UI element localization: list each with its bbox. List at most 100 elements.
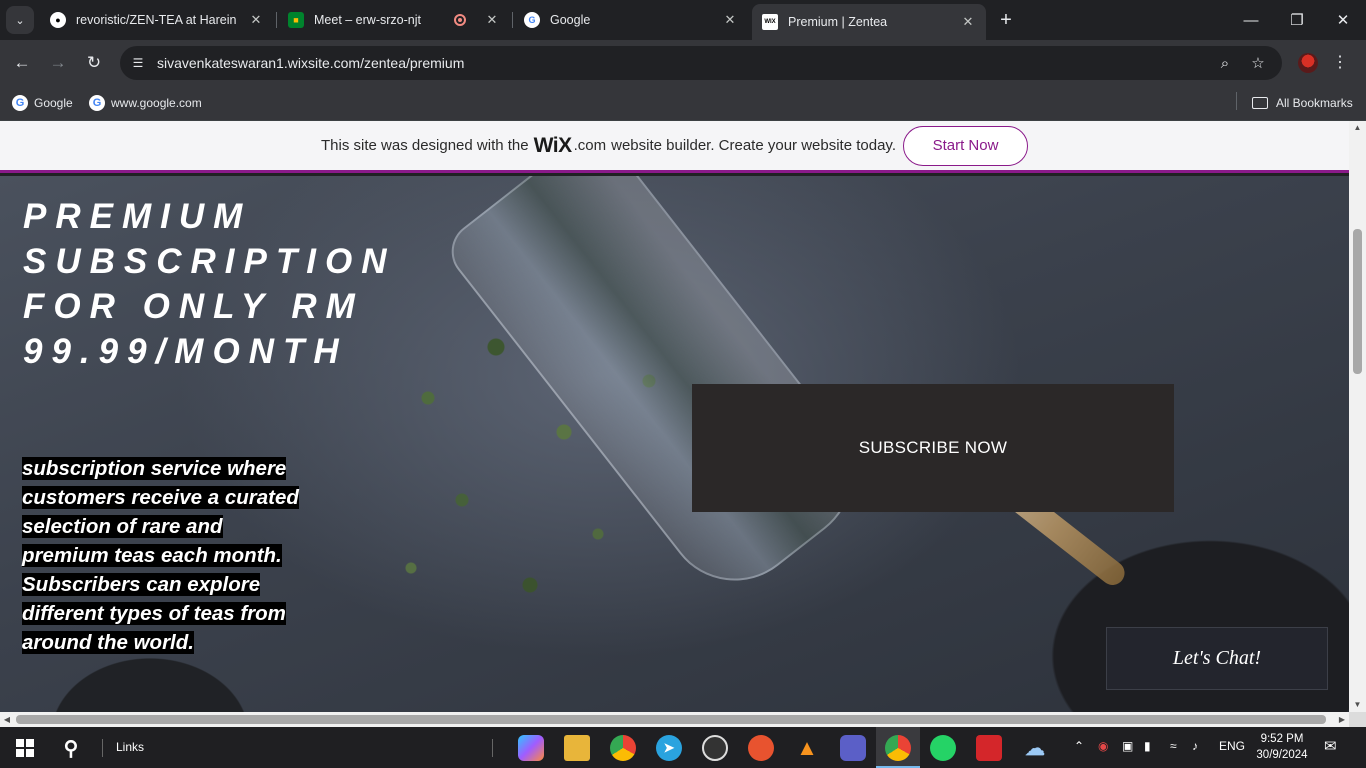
tab-strip: ⌄ ● revoristic/ZEN-TEA at Harein ✕ ■ Mee… [0, 0, 1366, 40]
description-line: different types of teas from [22, 602, 286, 625]
hero-section: PREMIUM SUBSCRIPTION FOR ONLY RM 99.99/M… [0, 176, 1349, 712]
description-line: customers receive a curated [22, 486, 299, 509]
chrome-profile-icon[interactable] [885, 735, 911, 761]
obs-icon[interactable] [702, 735, 728, 761]
tab-github[interactable]: ● revoristic/ZEN-TEA at Harein ✕ [40, 4, 274, 36]
telegram-icon[interactable]: ➤ [656, 735, 682, 761]
clock[interactable]: 9:52 PM 30/9/2024 [1252, 731, 1312, 763]
meet-icon: ■ [288, 12, 304, 28]
tab-title: Premium | Zentea [788, 15, 888, 29]
banner-text-before: This site was designed with the [321, 137, 529, 154]
taskbar-separator [102, 739, 103, 757]
clock-time: 9:52 PM [1260, 733, 1304, 745]
scrollbar-thumb[interactable] [1353, 229, 1362, 374]
back-button[interactable]: ← [8, 49, 36, 77]
camera-icon[interactable]: ▣ [1122, 739, 1133, 753]
notification-icon[interactable]: ✉ [1324, 737, 1337, 755]
tab-title: Google [550, 13, 591, 27]
links-toolbar-label[interactable]: Links [116, 740, 144, 754]
close-icon[interactable]: ✕ [484, 12, 500, 28]
reload-icon: ↻ [86, 53, 102, 72]
weather-icon[interactable]: ☁ [1022, 735, 1048, 761]
close-icon[interactable]: ✕ [248, 12, 264, 28]
copilot-icon[interactable] [518, 735, 544, 761]
site-info-icon[interactable]: ☰ [126, 51, 150, 75]
banner-text-after: website builder. Create your website tod… [611, 137, 896, 154]
page-viewport: This site was designed with the WiX .com… [0, 121, 1349, 712]
vlc-icon[interactable]: ▲ [794, 735, 820, 761]
acrobat-icon[interactable] [976, 735, 1002, 761]
all-bookmarks-label: All Bookmarks [1276, 96, 1353, 110]
tab-separator [276, 12, 277, 28]
chrome-icon[interactable] [610, 735, 636, 761]
battery-icon[interactable]: ▮ [1144, 739, 1151, 753]
subscribe-now-button[interactable]: SUBSCRIBE NOW [692, 384, 1174, 512]
new-tab-button[interactable]: + [994, 8, 1018, 32]
windows-start-icon[interactable] [12, 735, 38, 761]
close-icon[interactable]: ✕ [722, 12, 738, 28]
menu-dots-icon[interactable]: ⋮ [1330, 52, 1350, 72]
app-icon[interactable] [748, 735, 774, 761]
browser-toolbar: ← → ↻ ☰ sivavenkateswaran1.wixsite.com/z… [0, 40, 1366, 86]
chevron-up-icon[interactable]: ⌃ [1074, 739, 1084, 753]
profile-avatar[interactable] [1298, 53, 1318, 73]
forward-button[interactable]: → [44, 49, 72, 77]
arrow-left-icon: ← [13, 53, 31, 72]
minimize-button[interactable]: — [1228, 0, 1274, 40]
google-icon: G [89, 95, 105, 111]
zoom-icon[interactable]: ⌕ [1215, 53, 1235, 73]
all-bookmarks-button[interactable]: All Bookmarks [1252, 93, 1353, 113]
search-icon[interactable]: ⚲ [58, 735, 84, 761]
security-icon[interactable]: ◉ [1098, 739, 1108, 753]
vertical-scrollbar[interactable]: ▲ ▼ [1349, 121, 1366, 712]
scroll-up-icon[interactable]: ▲ [1349, 121, 1366, 135]
url-text[interactable]: sivavenkateswaran1.wixsite.com/zentea/pr… [157, 55, 464, 71]
restore-icon: ❐ [1290, 12, 1304, 29]
scroll-left-icon[interactable]: ◀ [0, 712, 14, 727]
close-window-button[interactable]: ✕ [1320, 0, 1366, 40]
scroll-right-icon[interactable]: ▶ [1335, 712, 1349, 727]
tab-premium-zentea[interactable]: WIX Premium | Zentea ✕ [752, 4, 986, 40]
bookmark-label: www.google.com [111, 96, 202, 110]
restore-button[interactable]: ❐ [1274, 0, 1320, 40]
bookmark-star-icon[interactable]: ☆ [1248, 53, 1268, 73]
tab-separator [512, 12, 513, 28]
github-icon: ● [50, 12, 66, 28]
reload-button[interactable]: ↻ [80, 49, 108, 77]
wix-ad-banner: This site was designed with the WiX .com… [0, 121, 1349, 173]
wifi-icon[interactable]: ≈ [1170, 739, 1177, 753]
bookmark-google-com[interactable]: G www.google.com [89, 93, 202, 113]
folder-icon [1252, 97, 1268, 109]
bookmark-google[interactable]: G Google [12, 93, 73, 113]
address-bar[interactable]: ☰ sivavenkateswaran1.wixsite.com/zentea/… [120, 46, 1282, 80]
bookmarks-separator [1236, 92, 1237, 110]
description-line: subscription service where [22, 457, 287, 480]
tab-google[interactable]: G Google ✕ [514, 4, 748, 36]
minimize-icon: — [1243, 11, 1259, 29]
taskbar: ⚲ Links ➤ ▲ ☁ ⌃ ◉ ▣ ▮ ≈ ♪ ENG 9:52 PM 30… [0, 727, 1366, 768]
close-icon[interactable]: ✕ [960, 14, 976, 30]
tab-search-button[interactable]: ⌄ [6, 6, 34, 34]
horizontal-scrollbar[interactable]: ◀ ▶ [0, 712, 1349, 727]
wix-logo-suffix: .com [573, 137, 607, 154]
chevron-down-icon: ⌄ [15, 14, 25, 27]
file-explorer-icon[interactable] [564, 735, 590, 761]
scrollbar-corner [1349, 712, 1366, 727]
language-indicator[interactable]: ENG [1219, 739, 1245, 753]
clock-date: 30/9/2024 [1256, 749, 1308, 761]
scroll-down-icon[interactable]: ▼ [1349, 698, 1366, 712]
app-icon[interactable] [840, 735, 866, 761]
whatsapp-icon[interactable] [930, 735, 956, 761]
lets-chat-button[interactable]: Let's Chat! [1106, 627, 1328, 690]
bookmarks-bar: G Google G www.google.com All Bookmarks [0, 86, 1366, 121]
google-icon: G [524, 12, 540, 28]
volume-icon[interactable]: ♪ [1192, 739, 1198, 753]
description-line: around the world. [22, 631, 194, 654]
tab-meet[interactable]: ■ Meet – erw-srzo-njt ✕ [278, 4, 510, 36]
wix-icon: WIX [762, 14, 778, 30]
description-line: premium teas each month. [22, 544, 282, 567]
bookmark-label: Google [34, 96, 73, 110]
tab-title: Meet – erw-srzo-njt [314, 13, 421, 27]
scrollbar-thumb[interactable] [16, 715, 1326, 724]
start-now-button[interactable]: Start Now [903, 125, 1028, 166]
